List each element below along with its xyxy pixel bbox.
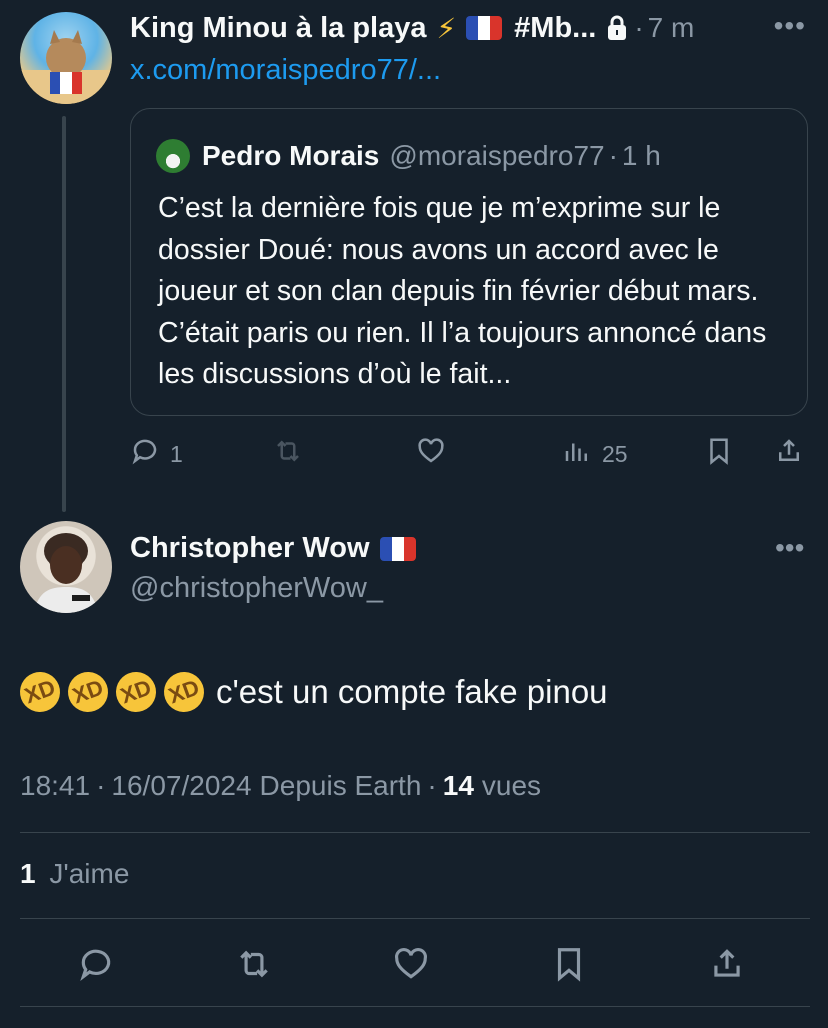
divider (20, 918, 810, 919)
rofl-emoji: XD (14, 666, 66, 718)
bookmark-button[interactable] (539, 938, 599, 994)
views-icon (562, 436, 592, 472)
likes-summary[interactable]: 1 J'aime (20, 858, 129, 890)
lightning-emoji: ⚡ (436, 12, 457, 44)
like-icon (392, 945, 430, 988)
more-icon[interactable]: ••• (774, 10, 806, 42)
like-button[interactable] (381, 938, 441, 994)
quoted-author-name: Pedro Morais (202, 140, 380, 171)
reply-button[interactable] (66, 938, 126, 994)
reply-count: 1 (170, 440, 183, 467)
reply-icon (130, 436, 160, 472)
post-link[interactable]: x.com/moraispedro77/... (130, 54, 441, 87)
like-button[interactable] (416, 430, 446, 478)
retweet-button[interactable] (273, 430, 303, 478)
author-name[interactable]: Christopher Wow (130, 532, 370, 565)
rofl-emoji: XD (158, 666, 210, 718)
share-icon (774, 436, 804, 472)
retweet-icon (235, 945, 273, 988)
post-body: c'est un compte fake pinou (216, 673, 608, 710)
author-handle[interactable]: @christopherWow_ (130, 572, 383, 605)
post-author: Christopher Wow (130, 532, 416, 565)
like-icon (416, 436, 446, 472)
meta-separator: · (96, 770, 106, 801)
avatar[interactable] (20, 521, 112, 613)
post-time[interactable]: 7 m (648, 12, 695, 44)
bookmark-button[interactable] (704, 430, 734, 478)
author-name[interactable]: King Minou à la playa (130, 12, 427, 45)
meta-separator: · (427, 770, 437, 801)
more-icon[interactable]: ••• (775, 532, 804, 564)
quoted-handle: @moraispedro77 (389, 140, 605, 171)
reply-button[interactable]: 1 (130, 430, 183, 478)
post-date[interactable]: 16/07/2024 (111, 770, 251, 802)
views-button[interactable]: 25 (562, 430, 628, 478)
share-button[interactable] (697, 938, 757, 994)
reply-header: King Minou à la playa ⚡ #Mb... · 7 m (130, 10, 694, 46)
quoted-post-header: Pedro Morais @moraispedro77 · 1 h (156, 138, 661, 174)
views-count: 14 (442, 770, 474, 801)
rofl-emoji: XD (62, 666, 114, 718)
lock-icon (606, 15, 628, 41)
time-separator: · (634, 12, 644, 43)
french-flag-icon (466, 16, 503, 40)
rofl-emoji: XD (110, 666, 162, 718)
time-separator: · (608, 140, 618, 171)
thread-line (62, 116, 66, 512)
post-meta: 18:41 · 16/07/2024 Depuis Earth · 14 vue… (20, 770, 541, 802)
likes-count: 1 (20, 858, 36, 889)
french-flag-icon (379, 536, 416, 561)
post-action-bar (0, 938, 828, 994)
reply-icon (77, 945, 115, 988)
post-text: XD XD XD XD c'est un compte fake pinou (14, 666, 608, 718)
bookmark-icon (550, 945, 588, 988)
avatar[interactable] (20, 12, 112, 104)
divider (20, 1006, 810, 1007)
views-count: 25 (602, 440, 628, 467)
quoted-avatar (156, 139, 190, 173)
post-time[interactable]: 18:41 (20, 770, 90, 802)
share-icon (708, 945, 746, 988)
likes-label: J'aime (49, 858, 130, 889)
views-label: vues (481, 770, 542, 801)
bookmark-icon (704, 436, 734, 472)
quoted-time: 1 h (621, 140, 661, 171)
share-button[interactable] (774, 430, 804, 478)
retweet-button[interactable] (224, 938, 284, 994)
post-source: Depuis Earth (259, 770, 422, 801)
retweet-icon (273, 436, 303, 472)
quoted-text: C’est la dernière fois que je m’exprime … (158, 192, 767, 390)
reply-action-bar: 1 25 (130, 430, 810, 478)
divider (20, 832, 810, 833)
name-hashtag: #Mb... (514, 11, 597, 44)
